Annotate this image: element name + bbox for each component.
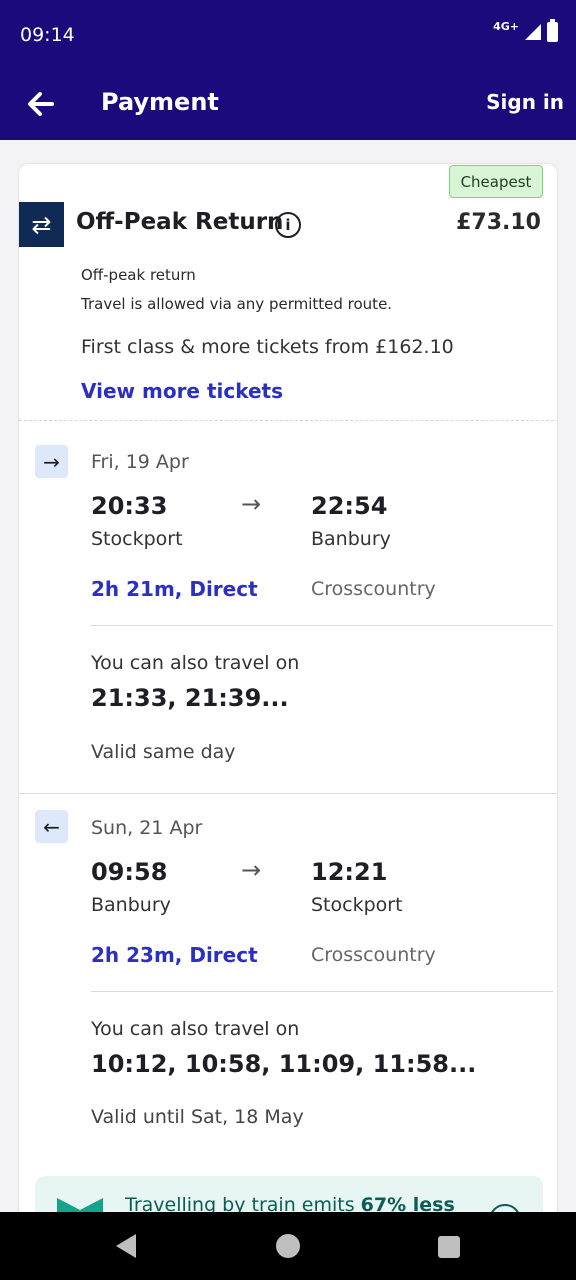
outbound-depart-time: 20:33: [91, 492, 168, 520]
nav-back-icon[interactable]: [116, 1234, 136, 1258]
return-validity: Valid until Sat, 18 May: [91, 1106, 304, 1128]
ticket-name: Off-Peak Return: [76, 209, 284, 235]
divider: [91, 625, 553, 626]
outbound-journey-arrow: →: [241, 490, 262, 518]
back-button[interactable]: [20, 84, 60, 124]
network-type: 4G+: [493, 19, 519, 33]
status-time: 09:14: [20, 24, 75, 46]
cheapest-badge: Cheapest: [449, 165, 543, 198]
outbound-depart-station: Stockport: [91, 528, 183, 550]
ticket-card: Cheapest ⇄ Off-Peak Return i £73.10 Off-…: [18, 163, 558, 1263]
return-depart-station: Banbury: [91, 894, 171, 916]
divider: [91, 991, 553, 992]
divider: [19, 420, 557, 421]
ticket-description: Off-peak return: [81, 266, 196, 284]
return-journey-arrow: →: [241, 856, 262, 884]
outbound-duration[interactable]: 2h 21m, Direct: [91, 577, 258, 601]
outbound-arrive-time: 22:54: [311, 492, 388, 520]
return-also-label: You can also travel on: [91, 1018, 300, 1040]
outbound-validity: Valid same day: [91, 741, 236, 763]
status-bar: 09:14 4G+: [0, 0, 576, 70]
status-icons: 4G+: [493, 19, 558, 42]
return-ticket-icon: ⇄: [19, 202, 64, 247]
route-restriction: Travel is allowed via any permitted rout…: [81, 295, 393, 313]
return-arrive-station: Stockport: [311, 894, 403, 916]
divider: [19, 793, 557, 794]
return-operator: Crosscountry: [311, 944, 436, 966]
outbound-operator: Crosscountry: [311, 578, 436, 600]
first-class-text: First class & more tickets from £162.10: [81, 336, 454, 358]
outbound-date: Fri, 19 Apr: [91, 451, 189, 473]
battery-icon: [547, 19, 558, 42]
outbound-also-label: You can also travel on: [91, 652, 300, 674]
ticket-price: £73.10: [456, 210, 541, 235]
outbound-arrow-icon: →: [35, 445, 68, 478]
return-arrive-time: 12:21: [311, 858, 388, 886]
return-also-times: 10:12, 10:58, 11:09, 11:58...: [91, 1050, 477, 1078]
sign-in-button[interactable]: Sign in: [486, 90, 564, 114]
nav-recents-icon[interactable]: [438, 1236, 460, 1258]
return-depart-time: 09:58: [91, 858, 168, 886]
return-duration[interactable]: 2h 23m, Direct: [91, 943, 258, 967]
signal-icon: [525, 24, 541, 40]
return-arrow-icon: ←: [35, 810, 68, 843]
return-date: Sun, 21 Apr: [91, 817, 203, 839]
page-title: Payment: [101, 88, 219, 116]
arrow-left-icon: [28, 92, 54, 116]
outbound-also-times: 21:33, 21:39...: [91, 684, 289, 712]
info-icon[interactable]: i: [275, 212, 301, 238]
outbound-arrive-station: Banbury: [311, 528, 391, 550]
navigation-bar: [0, 1212, 576, 1280]
nav-home-icon[interactable]: [276, 1234, 300, 1258]
view-more-tickets-link[interactable]: View more tickets: [81, 379, 283, 403]
app-bar: Payment Sign in: [0, 70, 576, 140]
